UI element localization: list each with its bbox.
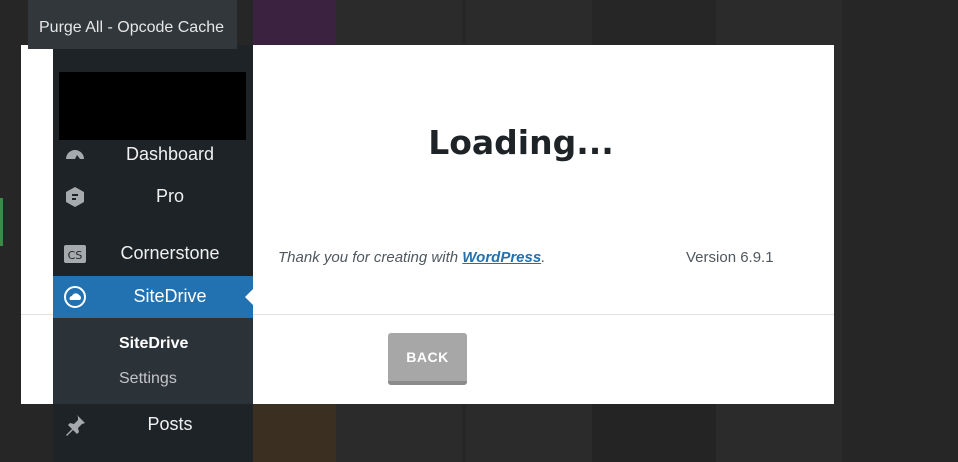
sidebar-item-label: Cornerstone	[120, 243, 220, 263]
sidebar-item-pro[interactable]: Pro	[53, 176, 253, 218]
background-thumbnail	[253, 0, 336, 45]
submenu-item-settings[interactable]: Settings	[119, 370, 177, 388]
sidebar-item-dashboard[interactable]: Dashboard	[53, 134, 253, 176]
purge-opcode-cache-item[interactable]: Purge All - Opcode Cache	[39, 19, 224, 37]
back-button[interactable]: BACK	[388, 333, 467, 385]
footer-thanks-text: Thank you for creating with WordPress.	[278, 249, 545, 266]
submenu-item-sitedrive[interactable]: SiteDrive	[119, 335, 188, 353]
sitedrive-submenu: SiteDrive Settings	[53, 318, 253, 404]
sidebar-item-label: Posts	[147, 414, 193, 434]
wordpress-link[interactable]: WordPress	[462, 249, 541, 266]
footer-thanks-prefix: Thank you for creating with	[278, 249, 463, 266]
site-logo	[59, 72, 246, 140]
admin-sidebar: Dashboard Pro CS Cornerstone SiteDrive S…	[53, 45, 253, 462]
purge-cache-dropdown: Purge All - Opcode Cache	[28, 0, 237, 49]
sidebar-item-cornerstone[interactable]: CS Cornerstone	[53, 233, 253, 275]
sidebar-item-label: SiteDrive	[133, 286, 207, 306]
sidebar-item-posts[interactable]: Posts	[53, 404, 253, 446]
loading-title: Loading...	[428, 123, 614, 162]
footer-thanks-suffix: .	[541, 249, 546, 266]
sidebar-item-label: Dashboard	[125, 144, 215, 164]
sidebar-item-sitedrive[interactable]: SiteDrive	[53, 276, 253, 318]
background-green-edge	[0, 198, 3, 246]
version-text: Version 6.9.1	[686, 249, 774, 266]
background-thumbnail	[592, 404, 716, 462]
sidebar-item-label: Pro	[155, 186, 184, 206]
